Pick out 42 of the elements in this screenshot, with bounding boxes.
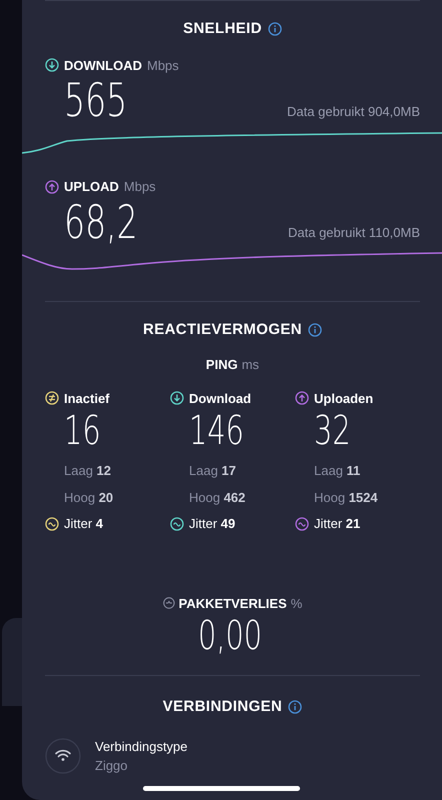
low-value: Laag 12	[64, 462, 112, 480]
packet-loss-label: PAKKETVERLIES	[178, 594, 287, 612]
ping-label: PING	[206, 356, 238, 374]
ping-value: 146	[189, 411, 244, 451]
section-title: SNELHEID	[183, 19, 262, 39]
ping-value: 16	[64, 411, 101, 451]
info-icon[interactable]	[288, 700, 302, 714]
packet-loss-unit: %	[290, 594, 302, 612]
speed-value: 68,2	[64, 198, 138, 244]
packet-loss-icon	[162, 597, 175, 610]
ping-value: 32	[314, 411, 351, 451]
ping-column-label: Uploaden	[314, 390, 374, 408]
wifi-icon	[45, 738, 81, 774]
high-value: Hoog 20	[64, 488, 114, 507]
jitter-wave-icon	[295, 516, 309, 531]
jitter-value: Jitter 49	[189, 515, 236, 533]
ping-column-label: Download	[189, 390, 252, 408]
connection-value: Ziggo	[95, 757, 129, 775]
ping-column-label: Inactief	[64, 390, 110, 408]
metric-label: DOWNLOAD	[64, 56, 142, 74]
connection-label: Verbindingstype	[95, 738, 188, 756]
jitter-value: Jitter 21	[314, 515, 360, 533]
jitter-value: Jitter 4	[64, 515, 104, 533]
high-value: Hoog 462	[189, 488, 246, 507]
ping-unit: ms	[242, 356, 260, 374]
info-icon[interactable]	[308, 322, 322, 337]
jitter-wave-icon	[45, 516, 59, 531]
section-title: VERBINDINGEN	[162, 697, 282, 717]
low-value: Laag 17	[189, 462, 238, 480]
metric-unit: Mbps	[124, 178, 156, 196]
info-icon[interactable]	[268, 22, 282, 36]
speed-value: 565	[64, 77, 128, 123]
data-used: Data gebruikt 904,0MB	[287, 102, 420, 121]
packet-loss-value: 0,00	[198, 616, 262, 656]
data-used: Data gebruikt 110,0MB	[288, 224, 420, 242]
low-value: Laag 11	[314, 462, 362, 480]
metric-label: UPLOAD	[64, 178, 119, 196]
high-value: Hoog 1524	[314, 488, 379, 507]
jitter-wave-icon	[170, 516, 184, 531]
section-title: REACTIEVERMOGEN	[143, 320, 302, 340]
metric-unit: Mbps	[147, 56, 179, 75]
idle-icon	[45, 391, 59, 406]
